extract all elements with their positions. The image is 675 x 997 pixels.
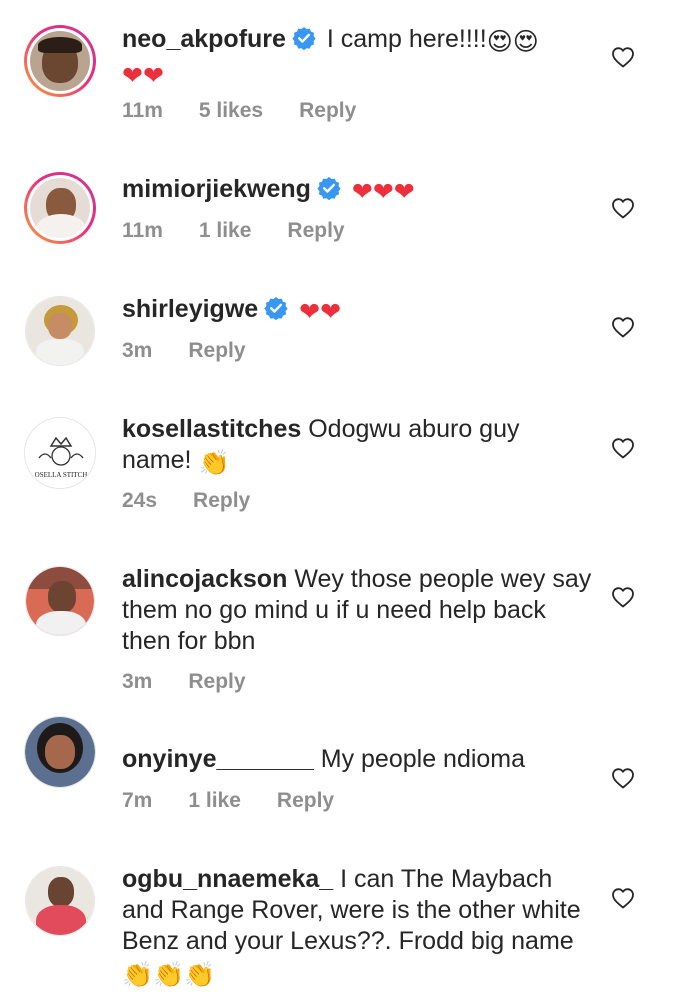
like-heart-icon[interactable] bbox=[611, 437, 635, 459]
avatar[interactable] bbox=[25, 566, 95, 636]
comment-text: kosellastitches Odogwu aburo guy name! 👏 bbox=[122, 414, 592, 479]
comment-meta: 3m Reply bbox=[122, 670, 282, 694]
avatar[interactable] bbox=[25, 296, 95, 366]
like-heart-icon[interactable] bbox=[611, 197, 635, 219]
comment-meta: 24s Reply bbox=[122, 489, 286, 513]
avatar[interactable] bbox=[24, 25, 96, 97]
avatar[interactable] bbox=[24, 172, 96, 244]
likes-count[interactable]: 1 like bbox=[188, 789, 241, 812]
verified-badge-icon bbox=[264, 296, 288, 320]
reply-button[interactable]: Reply bbox=[277, 789, 334, 812]
reply-button[interactable]: Reply bbox=[299, 99, 356, 122]
reply-button[interactable]: Reply bbox=[287, 219, 344, 242]
comment-meta: 11m 1 like Reply bbox=[122, 219, 381, 243]
red-heart-emoji: ❤❤ bbox=[299, 298, 342, 326]
comment-text: ogbu_nnaemeka_ I can The Maybach and Ran… bbox=[122, 864, 592, 991]
timestamp: 7m bbox=[122, 789, 153, 812]
like-heart-icon[interactable] bbox=[611, 767, 635, 789]
avatar[interactable] bbox=[25, 866, 95, 936]
timestamp: 11m bbox=[122, 99, 163, 122]
red-heart-emoji: ❤❤ bbox=[122, 62, 164, 90]
likes-count[interactable]: 5 likes bbox=[199, 99, 263, 122]
comment-text: onyinye_______ My people ndioma bbox=[122, 744, 592, 775]
timestamp: 24s bbox=[122, 489, 158, 512]
like-heart-icon[interactable] bbox=[611, 46, 635, 68]
username[interactable]: mimiorjiekweng bbox=[122, 175, 311, 203]
timestamp: 11m bbox=[122, 219, 163, 242]
clapping-emoji: 👏 bbox=[198, 449, 230, 477]
verified-badge-icon bbox=[317, 176, 341, 200]
avatar[interactable] bbox=[24, 716, 96, 788]
comment-meta: 7m 1 like Reply bbox=[122, 789, 370, 813]
comment-body: I camp here!!!! bbox=[326, 25, 487, 53]
comment-text: neo_akpofure I camp here!!!!😍😍 ❤❤ bbox=[122, 24, 592, 92]
reply-button[interactable]: Reply bbox=[188, 339, 245, 362]
comment-text: shirleyigwe ❤❤ bbox=[122, 294, 592, 328]
like-heart-icon[interactable] bbox=[611, 586, 635, 608]
username[interactable]: shirleyigwe bbox=[122, 295, 258, 323]
comment-meta: 3m Reply bbox=[122, 339, 282, 363]
comment-text: mimiorjiekweng ❤❤❤ bbox=[122, 174, 592, 208]
username[interactable]: kosellastitches bbox=[122, 415, 301, 443]
heart-eyes-emoji: 😍😍 bbox=[486, 28, 539, 56]
verified-badge-icon bbox=[292, 26, 316, 50]
reply-button[interactable]: Reply bbox=[193, 489, 250, 512]
red-heart-emoji: ❤❤❤ bbox=[351, 178, 415, 206]
avatar[interactable]: OSELLA STITCH bbox=[24, 417, 96, 489]
username[interactable]: neo_akpofure bbox=[122, 25, 286, 53]
kosella-logo: OSELLA STITCH bbox=[35, 436, 88, 479]
svg-text:OSELLA STITCH: OSELLA STITCH bbox=[35, 471, 88, 479]
timestamp: 3m bbox=[122, 670, 153, 693]
like-heart-icon[interactable] bbox=[611, 887, 635, 909]
timestamp: 3m bbox=[122, 339, 153, 362]
username[interactable]: alincojackson bbox=[122, 565, 287, 593]
likes-count[interactable]: 1 like bbox=[199, 219, 252, 242]
clapping-emoji: 👏👏👏 bbox=[122, 961, 216, 989]
username[interactable]: ogbu_nnaemeka_ bbox=[122, 865, 333, 893]
comment-meta: 11m 5 likes Reply bbox=[122, 99, 392, 123]
like-heart-icon[interactable] bbox=[611, 316, 635, 338]
comment-text: alincojackson Wey those people wey say t… bbox=[122, 564, 592, 657]
reply-button[interactable]: Reply bbox=[188, 670, 245, 693]
username[interactable]: onyinye_______ bbox=[122, 745, 314, 773]
comment-body: My people ndioma bbox=[320, 745, 526, 773]
